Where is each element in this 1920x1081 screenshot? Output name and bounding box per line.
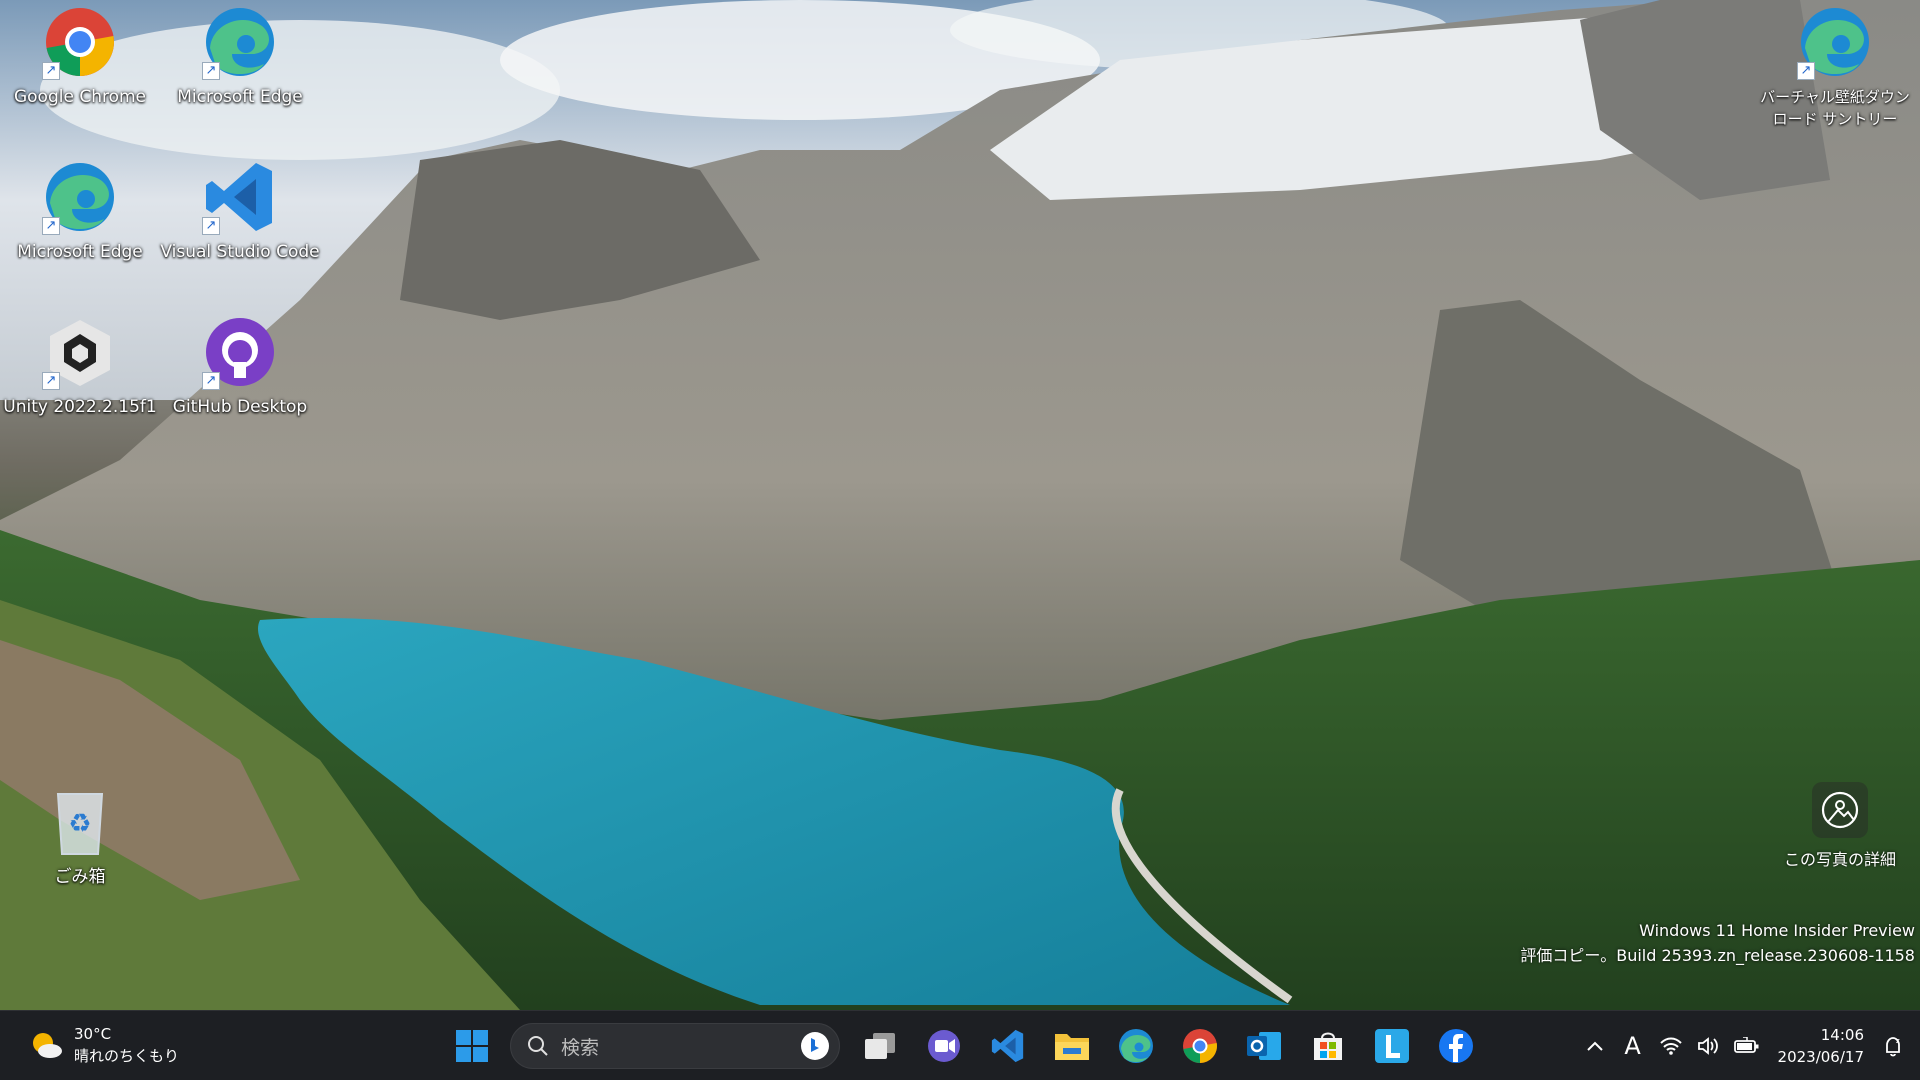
chevron-up-icon (1586, 1041, 1603, 1051)
wallpaper (0, 0, 1920, 1010)
desktop-icon-microsoft-edge-2[interactable]: ↗ Microsoft Edge (0, 155, 160, 305)
facebook-icon (1439, 1029, 1473, 1063)
taskbar: 30°C 晴れのちくもり 検索 A 14:06 2023/06/17 z (0, 1010, 1920, 1080)
weather-temp: 30°C (74, 1025, 112, 1043)
camera-icon (1812, 782, 1868, 838)
desktop-icon-label: バーチャル壁紙ダウンロード サントリー (1760, 88, 1910, 128)
svg-text:♻: ♻ (68, 809, 91, 839)
l-app-icon (1375, 1029, 1409, 1063)
chrome-icon: ↗ (42, 4, 118, 80)
l-app-button[interactable] (1365, 1019, 1419, 1073)
teams-chat-button[interactable] (917, 1019, 971, 1073)
recycle-bin-icon: ♻ (42, 784, 118, 860)
vscode-taskbar-button[interactable] (981, 1019, 1035, 1073)
shortcut-arrow-icon: ↗ (42, 62, 60, 80)
bell-snooze-icon: z (1886, 1037, 1900, 1057)
notification-bell-button[interactable]: z (1874, 1024, 1912, 1068)
edge-icon: ↗ (42, 159, 118, 235)
clock-time: 14:06 (1820, 1026, 1864, 1044)
desktop-icon-label: Microsoft Edge (177, 87, 303, 107)
shortcut-arrow-icon: ↗ (42, 217, 60, 235)
taskbar-center: 検索 (440, 1011, 1488, 1081)
weather-widget[interactable]: 30°C 晴れのちくもり (28, 1023, 179, 1067)
task-view-button[interactable] (853, 1019, 907, 1073)
os-watermark: Windows 11 Home Insider Preview 評価コピー。Bu… (1520, 918, 1915, 968)
clock[interactable]: 14:06 2023/06/17 (1778, 1024, 1864, 1068)
desktop-icon-google-chrome[interactable]: ↗ Google Chrome (0, 0, 160, 150)
wifi-icon[interactable] (1652, 1024, 1690, 1068)
start-icon (456, 1030, 488, 1062)
show-hidden-icons-button[interactable] (1576, 1024, 1614, 1068)
edge-icon: ↗ (1797, 4, 1873, 80)
desktop-icon-label: Microsoft Edge (17, 242, 143, 262)
desktop[interactable]: ↗ Google Chrome ↗ Microsoft Edge ↗ Micro… (0, 0, 1920, 1010)
clock-date: 2023/06/17 (1777, 1048, 1864, 1066)
search-box[interactable]: 検索 (510, 1023, 840, 1069)
battery-icon[interactable] (1728, 1024, 1766, 1068)
desktop-icon-recycle-bin[interactable]: ♻ ごみ箱 (0, 780, 160, 930)
shortcut-arrow-icon: ↗ (1797, 62, 1815, 80)
chrome-icon (1183, 1029, 1217, 1063)
system-tray: A 14:06 2023/06/17 z (1576, 1011, 1920, 1081)
vscode-icon (991, 1029, 1024, 1063)
desktop-icon-label: Google Chrome (13, 87, 147, 107)
chrome-taskbar-button[interactable] (1173, 1019, 1227, 1073)
desktop-icon-label: GitHub Desktop (172, 397, 308, 417)
edge-taskbar-button[interactable] (1109, 1019, 1163, 1073)
microsoft-store-icon (1314, 1032, 1342, 1060)
shortcut-arrow-icon: ↗ (202, 217, 220, 235)
file-explorer-button[interactable] (1045, 1019, 1099, 1073)
search-placeholder: 検索 (561, 1036, 600, 1059)
desktop-icon-github-desktop[interactable]: ↗ GitHub Desktop (160, 310, 320, 460)
weather-condition: 晴れのちくもり (74, 1047, 180, 1065)
desktop-icon-virtual-wallpaper[interactable]: ↗ バーチャル壁紙ダウンロード サントリー (1750, 0, 1920, 150)
ime-indicator[interactable]: A (1614, 1024, 1652, 1068)
photo-info-label: この写真の詳細 (1783, 850, 1896, 869)
sun-cloud-icon (33, 1033, 62, 1058)
task-view-icon (865, 1033, 895, 1059)
desktop-icon-unity[interactable]: ↗ Unity 2022.2.15f1 (0, 310, 160, 460)
shortcut-arrow-icon: ↗ (202, 372, 220, 390)
edge-icon (1119, 1029, 1153, 1063)
svg-text:z: z (1896, 1037, 1900, 1045)
microsoft-store-button[interactable] (1301, 1019, 1355, 1073)
desktop-icon-microsoft-edge[interactable]: ↗ Microsoft Edge (160, 0, 320, 150)
photo-info-button[interactable]: この写真の詳細 (1760, 782, 1920, 870)
unity-icon: ↗ (42, 314, 118, 390)
desktop-icon-label: Unity 2022.2.15f1 (3, 397, 157, 417)
volume-icon[interactable] (1690, 1024, 1728, 1068)
desktop-icon-label: Visual Studio Code (160, 242, 320, 262)
search-icon (528, 1036, 548, 1056)
facebook-button[interactable] (1429, 1019, 1483, 1073)
file-explorer-icon (1055, 1034, 1089, 1060)
desktop-icon-visual-studio-code[interactable]: ↗ Visual Studio Code (160, 155, 320, 305)
shortcut-arrow-icon: ↗ (202, 62, 220, 80)
vscode-icon: ↗ (202, 159, 278, 235)
shortcut-arrow-icon: ↗ (42, 372, 60, 390)
outlook-taskbar-button[interactable] (1237, 1019, 1291, 1073)
github-icon: ↗ (202, 314, 278, 390)
watermark-line2: 評価コピー。Build 25393.zn_release.230608-1158 (1520, 946, 1915, 965)
outlook-icon (1247, 1032, 1281, 1060)
watermark-line1: Windows 11 Home Insider Preview (1639, 921, 1915, 940)
teams-chat-icon (928, 1030, 960, 1062)
desktop-icon-label: ごみ箱 (54, 867, 106, 887)
start-button[interactable] (445, 1019, 499, 1073)
bing-icon (801, 1032, 829, 1060)
edge-icon: ↗ (202, 4, 278, 80)
